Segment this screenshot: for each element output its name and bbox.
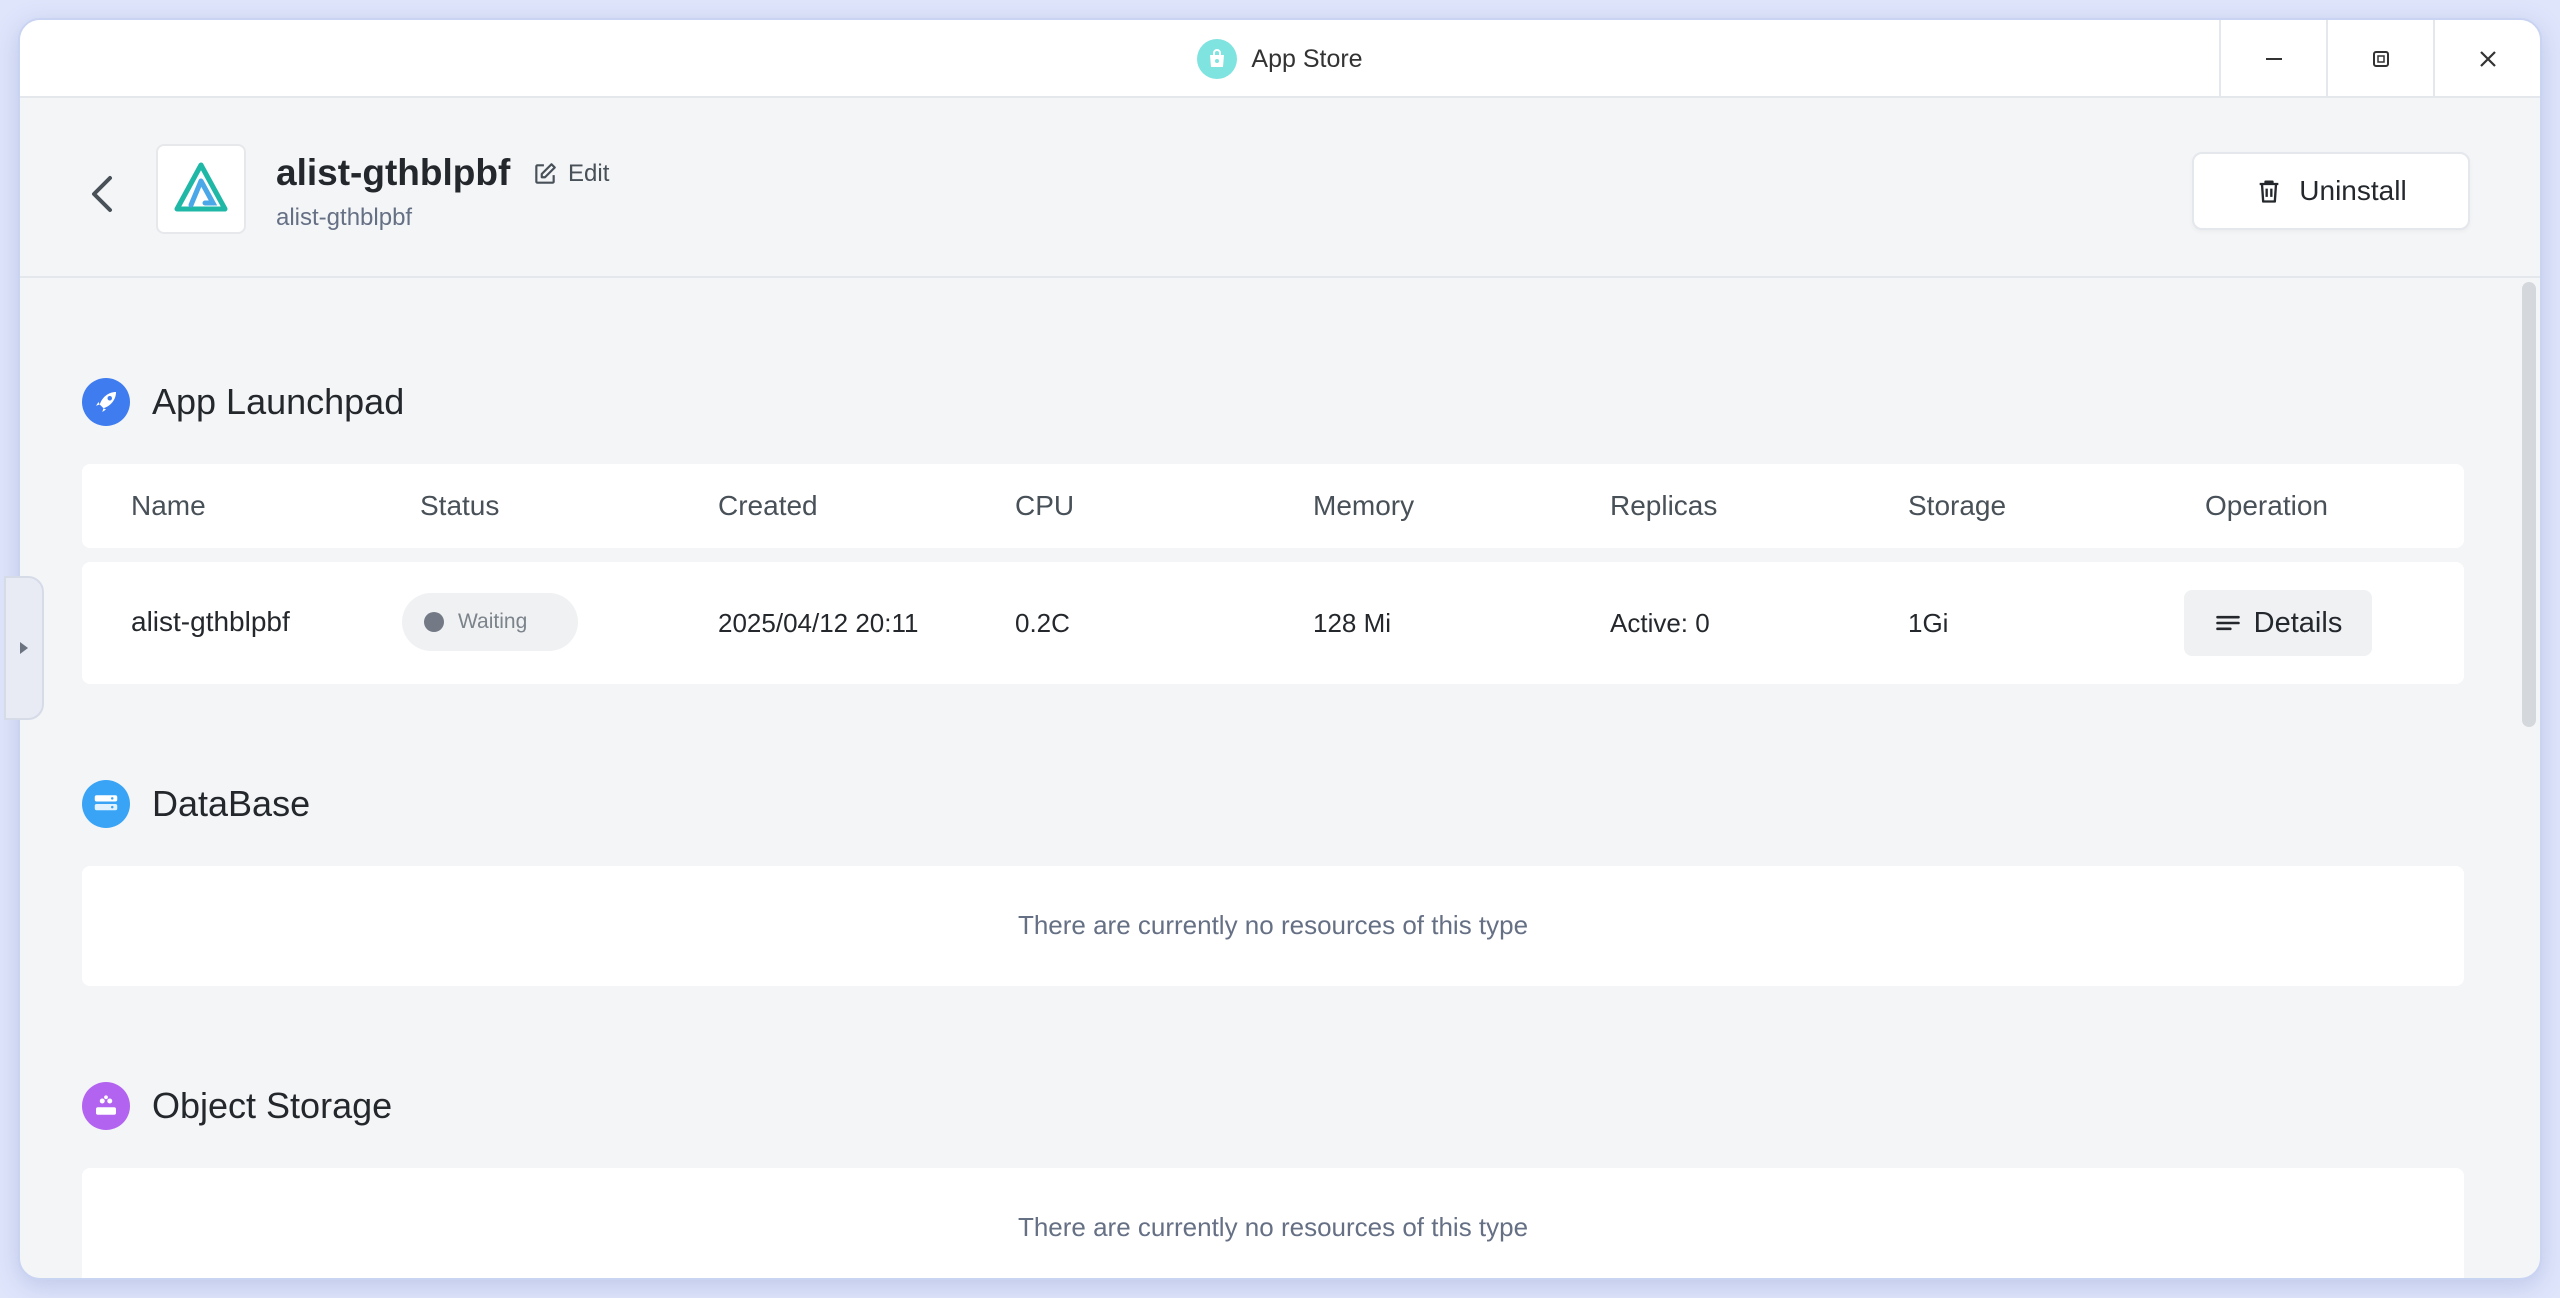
row-created: 2025/04/12 20:11 (718, 608, 919, 638)
close-button[interactable] (2433, 20, 2540, 98)
row-storage: 1Gi (1908, 608, 1949, 638)
uninstall-label: Uninstall (2299, 175, 2407, 206)
object-storage-empty-card: There are currently no resources of this… (82, 1168, 2464, 1278)
app-subtitle: alist-gthblpbf (276, 204, 413, 231)
object-storage-icon (82, 1082, 130, 1130)
column-header-cpu: CPU (1015, 490, 1075, 521)
database-empty-card: There are currently no resources of this… (82, 866, 2464, 986)
uninstall-button[interactable]: Uninstall (2192, 152, 2470, 230)
trash-icon (2259, 180, 2279, 203)
title-bar: App Store (20, 20, 2540, 98)
column-header-memory: Memory (1313, 490, 1415, 521)
window-title: App Store (1251, 44, 1363, 73)
row-cpu: 0.2C (1015, 608, 1070, 638)
row-name: alist-gthblpbf (131, 606, 290, 637)
status-text: Waiting (458, 610, 528, 633)
maximize-button[interactable] (2326, 20, 2433, 98)
back-button[interactable] (82, 170, 122, 218)
row-memory: 128 Mi (1313, 608, 1392, 638)
app-store-window: App Store alist-gthblpbf Edit alist-gthb… (18, 18, 2542, 1280)
object-storage-section-header: Object Storage (82, 1082, 392, 1130)
scrollbar-thumb[interactable] (2522, 282, 2536, 727)
edit-label: Edit (568, 160, 610, 187)
database-empty-message: There are currently no resources of this… (1017, 910, 1529, 940)
edit-button[interactable]: Edit (532, 160, 609, 188)
status-badge: Waiting (402, 593, 578, 651)
row-replicas: Active: 0 (1610, 608, 1710, 638)
minimize-button[interactable] (2219, 20, 2326, 98)
column-header-storage: Storage (1908, 490, 2007, 521)
database-section-header: DataBase (82, 780, 310, 828)
back-icon (92, 176, 112, 212)
details-label: Details (2253, 606, 2343, 639)
app-store-icon (1197, 39, 1238, 79)
expand-arrow-icon (20, 642, 28, 654)
minimize-icon (2265, 58, 2282, 60)
resources-content: App Launchpad Name Status Created CPU Me… (20, 280, 2525, 1278)
column-header-name: Name (131, 490, 206, 521)
details-button[interactable]: Details (2184, 590, 2372, 656)
column-header-operation: Operation (2205, 490, 2328, 521)
maximize-icon (2372, 51, 2389, 67)
launchpad-table-header: Name Status Created CPU Memory Replicas … (82, 464, 2464, 548)
database-section-title: DataBase (152, 783, 311, 824)
table-row: alist-gthblpbf Waiting 2025/04/12 20:11 … (82, 562, 2464, 684)
launchpad-section-header: App Launchpad (82, 378, 404, 426)
column-header-status: Status (420, 490, 500, 521)
details-icon (2215, 615, 2240, 631)
app-logo (156, 144, 246, 234)
app-detail-header: alist-gthblpbf Edit alist-gthblpbf Unins… (20, 98, 2540, 278)
edit-icon (535, 163, 556, 184)
object-storage-section-title: Object Storage (152, 1085, 393, 1126)
column-header-created: Created (718, 490, 818, 521)
sidebar-toggle[interactable] (4, 576, 44, 720)
column-header-replicas: Replicas (1610, 490, 1718, 521)
status-dot (424, 612, 444, 632)
app-name: alist-gthblpbf (276, 152, 511, 193)
database-icon (82, 780, 130, 828)
launchpad-section-title: App Launchpad (152, 381, 405, 422)
close-icon (2479, 51, 2496, 67)
object-storage-empty-message: There are currently no resources of this… (1017, 1212, 1529, 1242)
rocket-icon (82, 378, 130, 426)
